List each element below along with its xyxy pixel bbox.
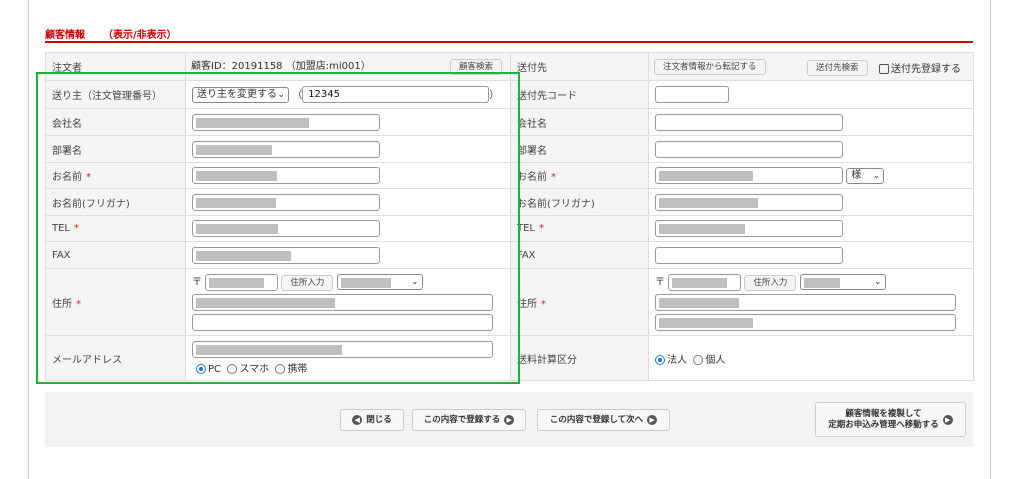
recipient-tel-input[interactable] [655, 220, 843, 237]
address-label: 住所 * [45, 268, 186, 336]
page-border-right [990, 0, 991, 479]
section-title: 顧客情報 （表示/非表示） [45, 26, 177, 41]
customer-id: 顧客ID：20191158 （加盟店:mi001） [191, 61, 371, 72]
chevron-down-icon: ⌄ [277, 89, 285, 100]
sender-select[interactable]: 送り主を変更する ⌄ [192, 86, 289, 103]
recipient-department-label: 部署名 [510, 135, 649, 163]
copy-from-orderer-button[interactable]: 注文者情報から転記する [654, 59, 766, 75]
chevron-down-icon: ⌄ [872, 170, 881, 181]
form-row: 送り主（注文管理番号） 送り主を変更する ⌄ （12345） 送付先コード [45, 80, 974, 109]
tel-input[interactable] [192, 220, 380, 237]
arrow-left-icon: ◀ [352, 415, 363, 425]
order-number-input[interactable]: 12345 [302, 86, 490, 104]
arrow-right-icon: ▶ [647, 415, 658, 425]
device-radio-mobile[interactable]: 携帯 [275, 364, 307, 375]
recipient-address-label: 住所 * [510, 268, 649, 336]
section-divider [45, 41, 973, 43]
page-border-left [28, 0, 29, 479]
recipient-address-line2-input[interactable] [655, 314, 956, 331]
shipping-radio-corporate[interactable]: 法人 [655, 354, 687, 366]
prefecture-select[interactable]: ⌄ [336, 274, 423, 290]
department-input[interactable] [192, 140, 380, 158]
recipient-search-button[interactable]: 送付先検索 [807, 60, 868, 76]
checkbox-label: 送付先登録する [891, 64, 961, 75]
address-line2-input[interactable] [192, 314, 493, 331]
paren: ） [489, 89, 500, 101]
fax-label: FAX [45, 241, 186, 269]
shipping-radio-individual[interactable]: 個人 [693, 354, 725, 366]
kana-label: お名前(フリガナ) [45, 188, 186, 216]
recipient-name-input[interactable] [655, 167, 843, 184]
shipping-calc-label: 送料計算区分 [510, 335, 649, 381]
address-lookup-button[interactable]: 住所入力 [281, 275, 334, 291]
chevron-down-icon: ⌄ [411, 277, 419, 287]
postal-mark: 〒 [655, 277, 665, 288]
recipient-fax-label: FAX [510, 241, 649, 269]
arrow-right-icon: ▶ [504, 415, 515, 425]
device-radio-smartphone[interactable]: スマホ [227, 364, 269, 375]
chevron-down-icon: ⌄ [874, 277, 882, 287]
recipient-address-line1-input[interactable] [655, 294, 956, 311]
customer-form-table: 注文者 顧客ID：20191158 （加盟店:mi001） 顧客検索 送付先 注文… [45, 52, 974, 381]
device-radio-pc[interactable]: PC [196, 364, 221, 375]
recipient-name-label: お名前 * [510, 162, 649, 189]
recipient-address-lookup-button[interactable]: 住所入力 [744, 275, 797, 291]
arrow-right-icon: ▶ [942, 414, 953, 425]
recipient-prefecture-select[interactable]: ⌄ [799, 274, 886, 290]
toggle-visibility-link[interactable]: （表示/非表示） [103, 30, 177, 41]
close-button[interactable]: ◀ 閉じる [340, 409, 404, 431]
recipient-fax-input[interactable] [655, 246, 843, 264]
company-label: 会社名 [45, 108, 186, 136]
recipient-department-input[interactable] [655, 140, 843, 158]
recipient-company-input[interactable] [655, 113, 843, 131]
recipient-header: 送付先 [510, 52, 649, 81]
paren: （ [292, 89, 303, 101]
radio-icon [196, 364, 206, 374]
kana-input[interactable] [192, 193, 380, 211]
name-label: お名前 * [45, 162, 186, 189]
radio-icon [693, 354, 704, 365]
department-label: 部署名 [45, 135, 186, 163]
sender-select-value: 送り主を変更する [197, 88, 277, 100]
copy-to-subscription-button[interactable]: 顧客情報を複製して 定期お申込み管理へ移動する ▶ [815, 402, 966, 437]
radio-icon [227, 364, 238, 374]
recipient-kana-label: お名前(フリガナ) [510, 188, 649, 216]
postal-mark: 〒 [192, 277, 202, 288]
recipient-postal-code-input[interactable] [668, 273, 742, 291]
action-bar: ◀ 閉じる この内容で登録する ▶ この内容で登録して次へ ▶ 顧客情報を複製して 定期… [45, 392, 973, 447]
register-next-button[interactable]: この内容で登録して次へ ▶ [537, 409, 670, 431]
register-recipient-checkbox[interactable]: 送付先登録する [879, 60, 961, 75]
recipient-code-input[interactable] [655, 86, 729, 103]
register-button[interactable]: この内容で登録する ▶ [412, 409, 526, 431]
radio-icon [275, 364, 286, 374]
email-input[interactable] [192, 341, 493, 358]
name-input[interactable] [192, 167, 380, 184]
checkbox-icon[interactable] [879, 64, 889, 74]
company-input[interactable] [192, 113, 380, 131]
orderer-header: 注文者 [45, 52, 186, 81]
sender-label: 送り主（注文管理番号） [45, 80, 186, 109]
recipient-tel-label: TEL * [510, 215, 649, 242]
tel-label: TEL * [45, 215, 186, 242]
honorific-select[interactable]: 様 ⌄ [846, 167, 885, 184]
address-line1-input[interactable] [192, 294, 493, 311]
radio-icon [655, 354, 665, 365]
recipient-company-label: 会社名 [510, 108, 649, 136]
postal-code-input[interactable] [205, 273, 279, 291]
recipient-kana-input[interactable] [655, 193, 843, 211]
header-row: 注文者 顧客ID：20191158 （加盟店:mi001） 顧客検索 送付先 注文… [45, 52, 974, 81]
fax-input[interactable] [192, 246, 380, 264]
title-text: 顧客情報 [45, 30, 85, 41]
recipient-code-label: 送付先コード [510, 80, 649, 109]
email-label: メールアドレス [45, 335, 186, 381]
customer-search-button[interactable]: 顧客検索 [449, 59, 502, 75]
